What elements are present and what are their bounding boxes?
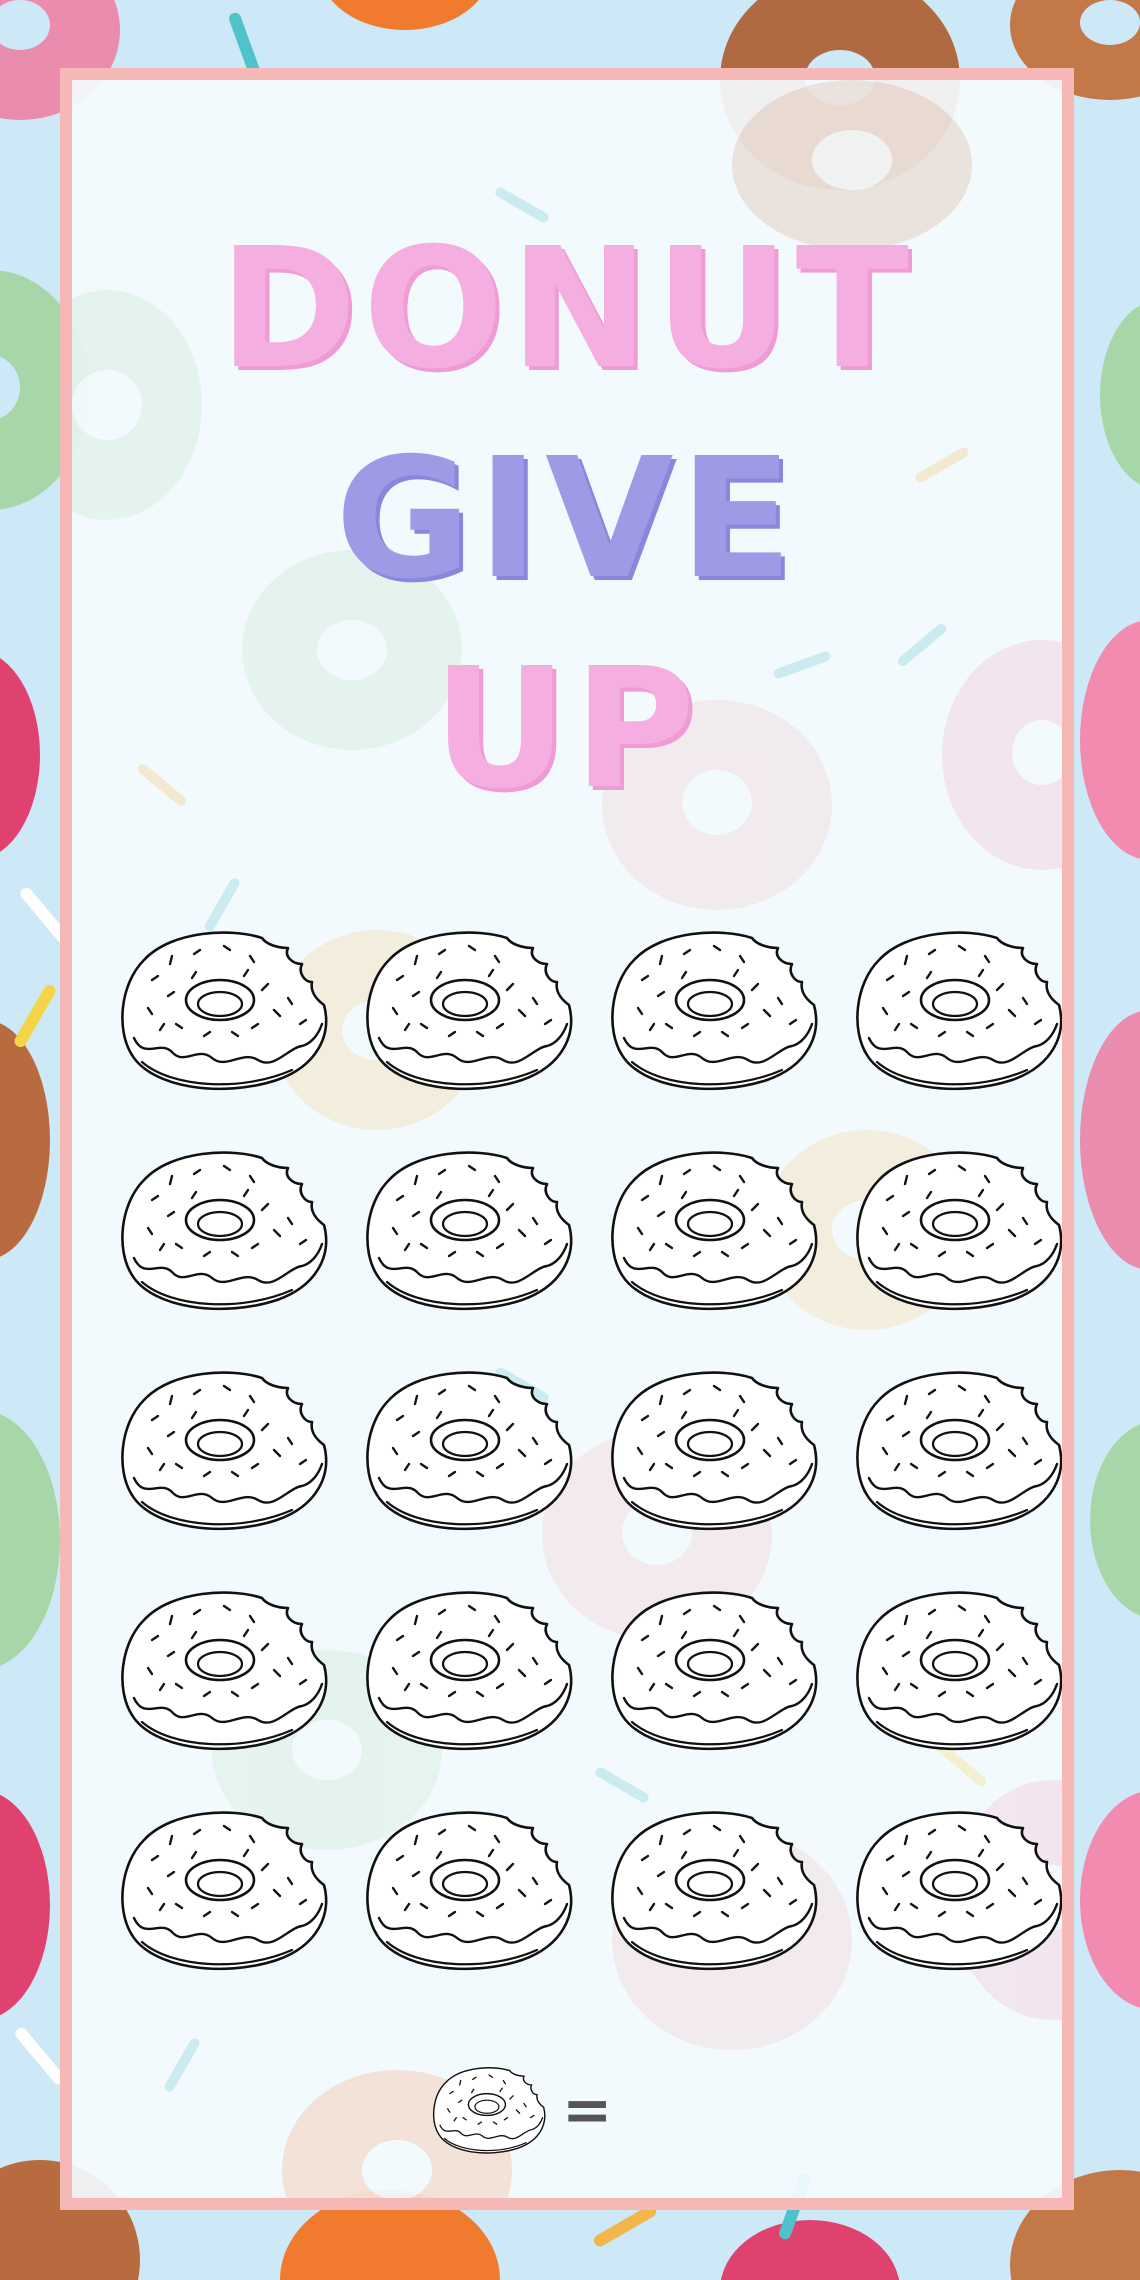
background-donut: [720, 2220, 900, 2280]
legend-equals-sign: =: [562, 2075, 613, 2145]
legend: =: [428, 2050, 636, 2170]
bitten-donut-outline-icon[interactable]: [602, 1800, 822, 1980]
bitten-donut-outline-icon[interactable]: [602, 1580, 822, 1760]
background-donut: [1100, 300, 1140, 490]
donut-tracker-grid: [112, 920, 1046, 1980]
page-background: DONUT GIVE UP =: [0, 0, 1140, 2280]
background-donut: [1080, 1790, 1140, 2010]
background-donut: [1080, 1010, 1140, 1270]
bitten-donut-outline-icon[interactable]: [112, 1140, 332, 1320]
bitten-donut-outline-icon[interactable]: [602, 1360, 822, 1540]
background-donut: [1080, 620, 1140, 860]
background-donut: [0, 1410, 60, 1670]
bitten-donut-outline-icon[interactable]: [112, 1360, 332, 1540]
background-donut: [1090, 1420, 1140, 1620]
bitten-donut-outline-icon[interactable]: [112, 920, 332, 1100]
bitten-donut-outline-icon[interactable]: [112, 1580, 332, 1760]
bitten-donut-outline-icon[interactable]: [847, 1800, 1067, 1980]
title-line-1: DONUT: [219, 213, 915, 406]
bitten-donut-outline-icon[interactable]: [602, 1140, 822, 1320]
bitten-donut-outline-icon[interactable]: [847, 1360, 1067, 1540]
background-donut: [0, 1020, 50, 1260]
bitten-donut-outline-icon: [428, 2060, 548, 2160]
title-line-2: GIVE: [335, 423, 799, 616]
bitten-donut-outline-icon[interactable]: [357, 1580, 577, 1760]
background-sprinkle: [12, 2025, 68, 2087]
tracker-card: DONUT GIVE UP =: [60, 68, 1074, 2210]
background-donut: [0, 650, 40, 860]
bitten-donut-outline-icon[interactable]: [357, 1140, 577, 1320]
background-donut: [0, 1790, 50, 2020]
bitten-donut-outline-icon[interactable]: [112, 1800, 332, 1980]
background-sprinkle: [591, 2203, 659, 2249]
background-donut: [320, 0, 490, 30]
bitten-donut-outline-icon[interactable]: [357, 920, 577, 1100]
bitten-donut-outline-icon[interactable]: [847, 1580, 1067, 1760]
background-sprinkle: [12, 982, 58, 1050]
bitten-donut-outline-icon[interactable]: [847, 920, 1067, 1100]
bitten-donut-outline-icon[interactable]: [357, 1360, 577, 1540]
title-line-3: UP: [432, 633, 702, 826]
bitten-donut-outline-icon[interactable]: [847, 1140, 1067, 1320]
bitten-donut-outline-icon[interactable]: [357, 1800, 577, 1980]
bitten-donut-outline-icon[interactable]: [602, 920, 822, 1100]
faint-sprinkle: [162, 2036, 202, 2094]
